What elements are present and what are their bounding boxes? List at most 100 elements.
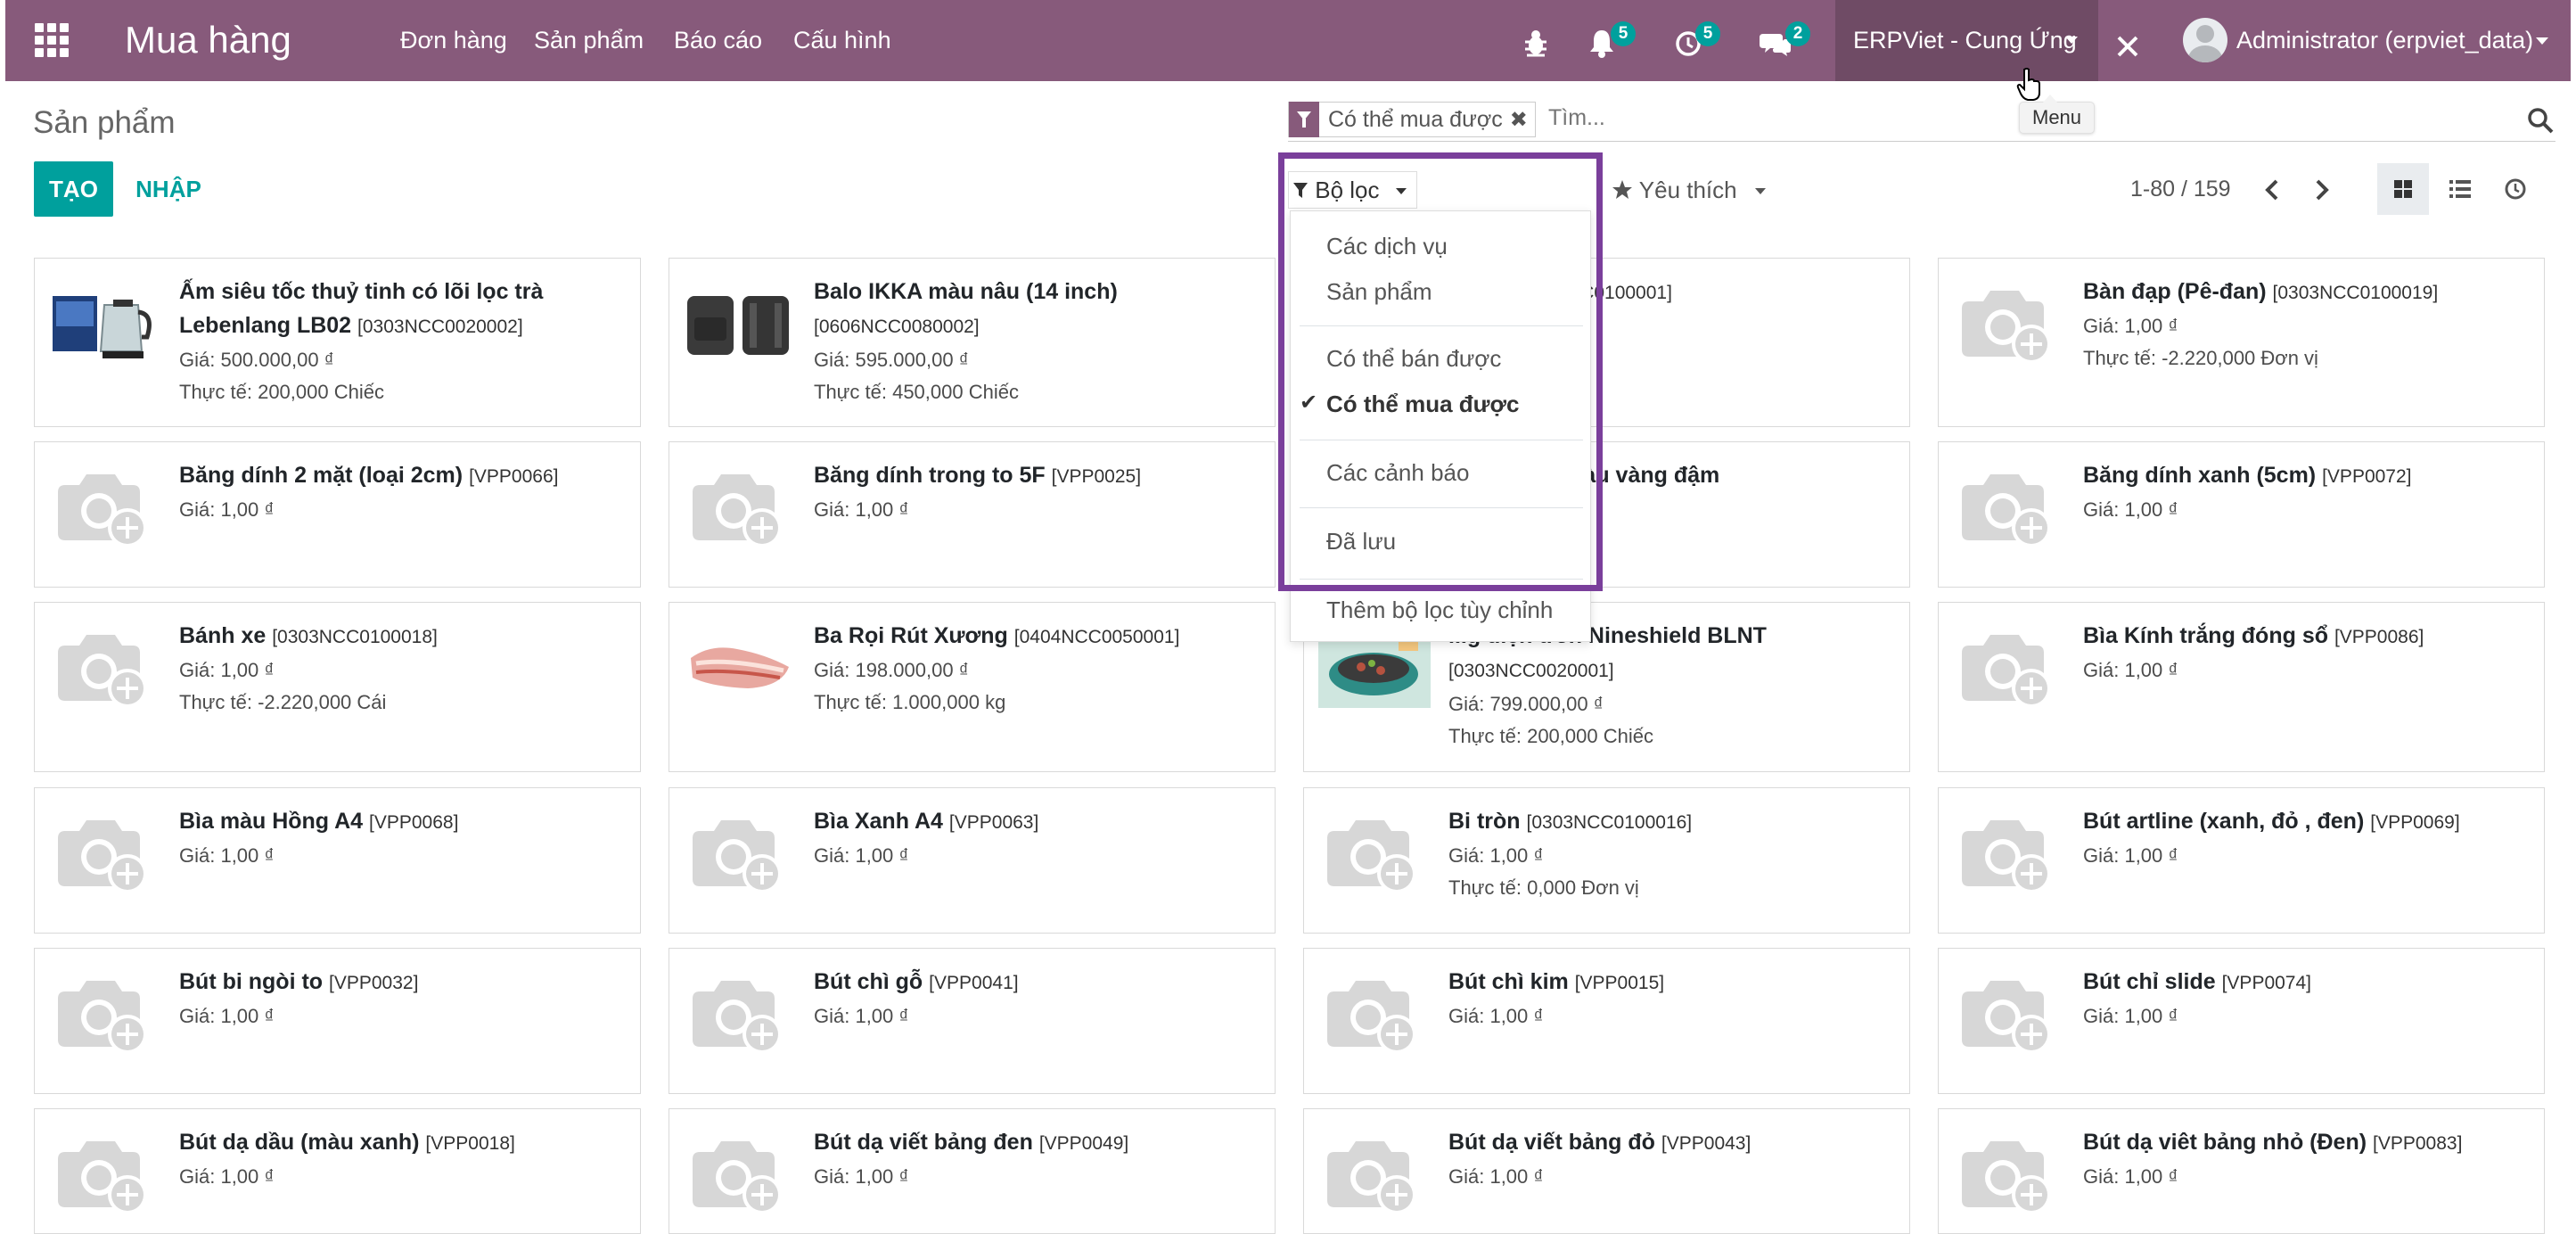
product-price: Giá: 1,00 ₫ [2083,315,2178,337]
product-card[interactable]: Băng dính 2 mặt (loại 2cm) [VPP0066] Giá… [34,441,641,588]
product-name: Băng dính trong to 5F [814,463,1046,488]
product-info: Băng dính trong to 5F [VPP0025] Giá: 1,0… [814,458,1262,526]
product-card[interactable]: Bút dạ viết bảng đen [VPP0049] Giá: 1,00… [669,1108,1276,1234]
product-name: Bút dạ viêt bảng nhỏ (Đen) [2083,1130,2367,1155]
user-name: Administrator (erpviet_data) [2236,27,2534,53]
product-image [684,968,796,1057]
product-card[interactable]: Bút chỉ slide [VPP0074] Giá: 1,00 ₫ [1938,948,2545,1094]
product-price: Giá: 1,00 ₫ [2083,1005,2178,1027]
product-card[interactable]: Bàn đạp (Pê-đan) [0303NCC0100019] Giá: 1… [1938,258,2545,427]
pager-previous-icon[interactable] [2260,177,2285,202]
product-code: [0303NCC0100019] [2272,283,2439,303]
product-price: Giá: 1,00 ₫ [2083,659,2178,681]
import-button[interactable]: NHẬP [128,161,209,217]
product-info: Bút dạ viết bảng đen [VPP0049] Giá: 1,00… [814,1125,1262,1193]
favorites-toggle-button[interactable]: Yêu thích [1612,172,1767,208]
kanban-view-icon [2394,180,2412,198]
product-card[interactable]: Bút dạ dầu (màu xanh) [VPP0018] Giá: 1,0… [34,1108,641,1234]
product-price: Giá: 1,00 ₫ [2083,844,2178,867]
product-info: Bìa Xanh A4 [VPP0063] Giá: 1,00 ₫ [814,804,1262,872]
product-price: Giá: 1,00 ₫ [2083,1165,2178,1188]
product-card[interactable]: Bút bi ngòi to [VPP0032] Giá: 1,00 ₫ [34,948,641,1094]
menu-products[interactable]: Sản phẩm [534,26,644,54]
debug-bug-icon[interactable] [1523,25,1548,61]
menu-configuration[interactable]: Cấu hình [793,26,891,54]
product-card[interactable]: Bút dạ viêt bảng nhỏ (Đen) [VPP0083] Giá… [1938,1108,2545,1234]
product-code: [0606NCC0080002] [814,317,980,337]
product-card[interactable]: Bút chì gỗ [VPP0041] Giá: 1,00 ₫ [669,948,1276,1094]
product-code: [VPP0043] [1661,1133,1752,1154]
search-icon[interactable] [2527,107,2554,134]
product-card[interactable]: Bút artline (xanh, đỏ , đen) [VPP0069] G… [1938,787,2545,934]
product-stock: Thực tế: 200,000 Chiếc [1448,725,1653,747]
notifications-badge: 5 [1611,21,1636,46]
product-code: [VPP0032] [329,973,419,993]
product-name-line: Bánh xe [0303NCC0100018] [179,619,628,654]
product-card[interactable]: Ba Rọi Rút Xương [0404NCC0050001] Giá: 1… [669,602,1276,772]
apps-menu-icon[interactable] [35,23,69,57]
add-custom-filter[interactable]: Thêm bộ lọc tùy chỉnh [1326,595,1553,625]
menu-reports[interactable]: Báo cáo [674,26,762,54]
close-x-icon[interactable] [2115,29,2140,64]
pager-next-icon[interactable] [2309,177,2334,202]
product-code: [0404NCC0050001] [1013,627,1180,647]
app-title[interactable]: Mua hàng [125,15,291,65]
top-navbar: Mua hàng Đơn hàng Sản phẩm Báo cáo Cấu h… [5,0,2571,81]
product-name-line: Băng dính xanh (5cm) [VPP0072] [2083,458,2531,494]
activities-badge: 5 [1695,21,1720,46]
product-name: Bút chỉ slide [2083,969,2216,994]
product-image [684,622,796,712]
search-input[interactable] [1548,105,2466,131]
product-card[interactable]: Bìa Xanh A4 [VPP0063] Giá: 1,00 ₫ [669,787,1276,934]
product-info: Bút dạ dầu (màu xanh) [VPP0018] Giá: 1,0… [179,1125,628,1193]
list-view-button[interactable] [2434,163,2486,215]
pager-value[interactable]: 1-80 / 159 [2130,175,2231,203]
product-code: [0303NCC0100016] [1526,812,1693,833]
company-switcher[interactable]: ERPViet - Cung Ứng [1835,0,2098,81]
product-card[interactable]: Bìa Kính trắng đóng sổ [VPP0086] Giá: 1,… [1938,602,2545,772]
product-stock: Thực tế: 200,000 Chiếc [179,381,384,403]
product-image [1318,808,1431,897]
product-card[interactable]: Bánh xe [0303NCC0100018] Giá: 1,00 ₫ Thực… [34,602,641,772]
product-code: [0303NCC0100018] [272,627,438,647]
product-price: Giá: 1,00 ₫ [1448,1165,1544,1188]
product-card[interactable]: Ấm siêu tốc thuỷ tinh có lõi lọc trà Leb… [34,258,641,427]
image-placeholder-icon [58,635,147,708]
product-image [684,462,796,551]
create-button[interactable]: TẠO [34,161,113,217]
product-name-line: Bút chỉ slide [VPP0074] [2083,965,2531,1000]
product-name-line: Ba Rọi Rút Xương [0404NCC0050001] [814,619,1262,654]
product-code: [VPP0015] [1574,973,1665,993]
product-price: Giá: 1,00 ₫ [814,1005,909,1027]
product-card[interactable]: Bi tròn [0303NCC0100016] Giá: 1,00 ₫ Thực… [1303,787,1910,934]
product-code: [0303NCC0020001] [1448,661,1614,681]
product-card[interactable]: Bút chì kim [VPP0015] Giá: 1,00 ₫ [1303,948,1910,1094]
image-placeholder-icon [1962,820,2051,893]
product-card[interactable]: Băng dính xanh (5cm) [VPP0072] Giá: 1,00… [1938,441,2545,588]
product-card[interactable]: Bút dạ viết bảng đỏ [VPP0043] Giá: 1,00 … [1303,1108,1910,1234]
activity-view-button[interactable] [2490,163,2541,215]
product-name: Bi tròn [1448,809,1521,834]
product-card[interactable]: Băng dính trong to 5F [VPP0025] Giá: 1,0… [669,441,1276,588]
product-card[interactable]: Bìa màu Hồng A4 [VPP0068] Giá: 1,00 ₫ [34,787,641,934]
product-info: Bút dạ viết bảng đỏ [VPP0043] Giá: 1,00 … [1448,1125,1897,1193]
product-price: Giá: 1,00 ₫ [814,498,909,521]
image-placeholder-icon [1327,981,1416,1054]
chevron-down-icon [2536,37,2548,45]
product-code: [VPP0074] [2221,973,2311,993]
product-name-line: Ấm siêu tốc thuỷ tinh có lõi lọc trà Leb… [179,275,628,344]
product-code: [VPP0086] [2334,627,2424,647]
image-placeholder-icon [1327,820,1416,893]
image-placeholder-icon [693,1141,782,1214]
kanban-view-button[interactable] [2377,163,2429,215]
product-name-line: Băng dính 2 mặt (loại 2cm) [VPP0066] [179,458,628,494]
product-name: Bánh xe [179,623,267,648]
product-name-line: Bìa Xanh A4 [VPP0063] [814,804,1262,840]
product-price: Giá: 1,00 ₫ [814,844,909,867]
product-card[interactable]: Balo IKKA màu nâu (14 inch) [0606NCC0080… [669,258,1276,427]
remove-facet-icon[interactable]: ✖ [1510,107,1535,133]
menu-orders[interactable]: Đơn hàng [400,26,507,54]
product-name-line: Bìa Kính trắng đóng sổ [VPP0086] [2083,619,2531,654]
product-code: [VPP0068] [369,812,459,833]
product-code: [VPP0049] [1038,1133,1129,1154]
